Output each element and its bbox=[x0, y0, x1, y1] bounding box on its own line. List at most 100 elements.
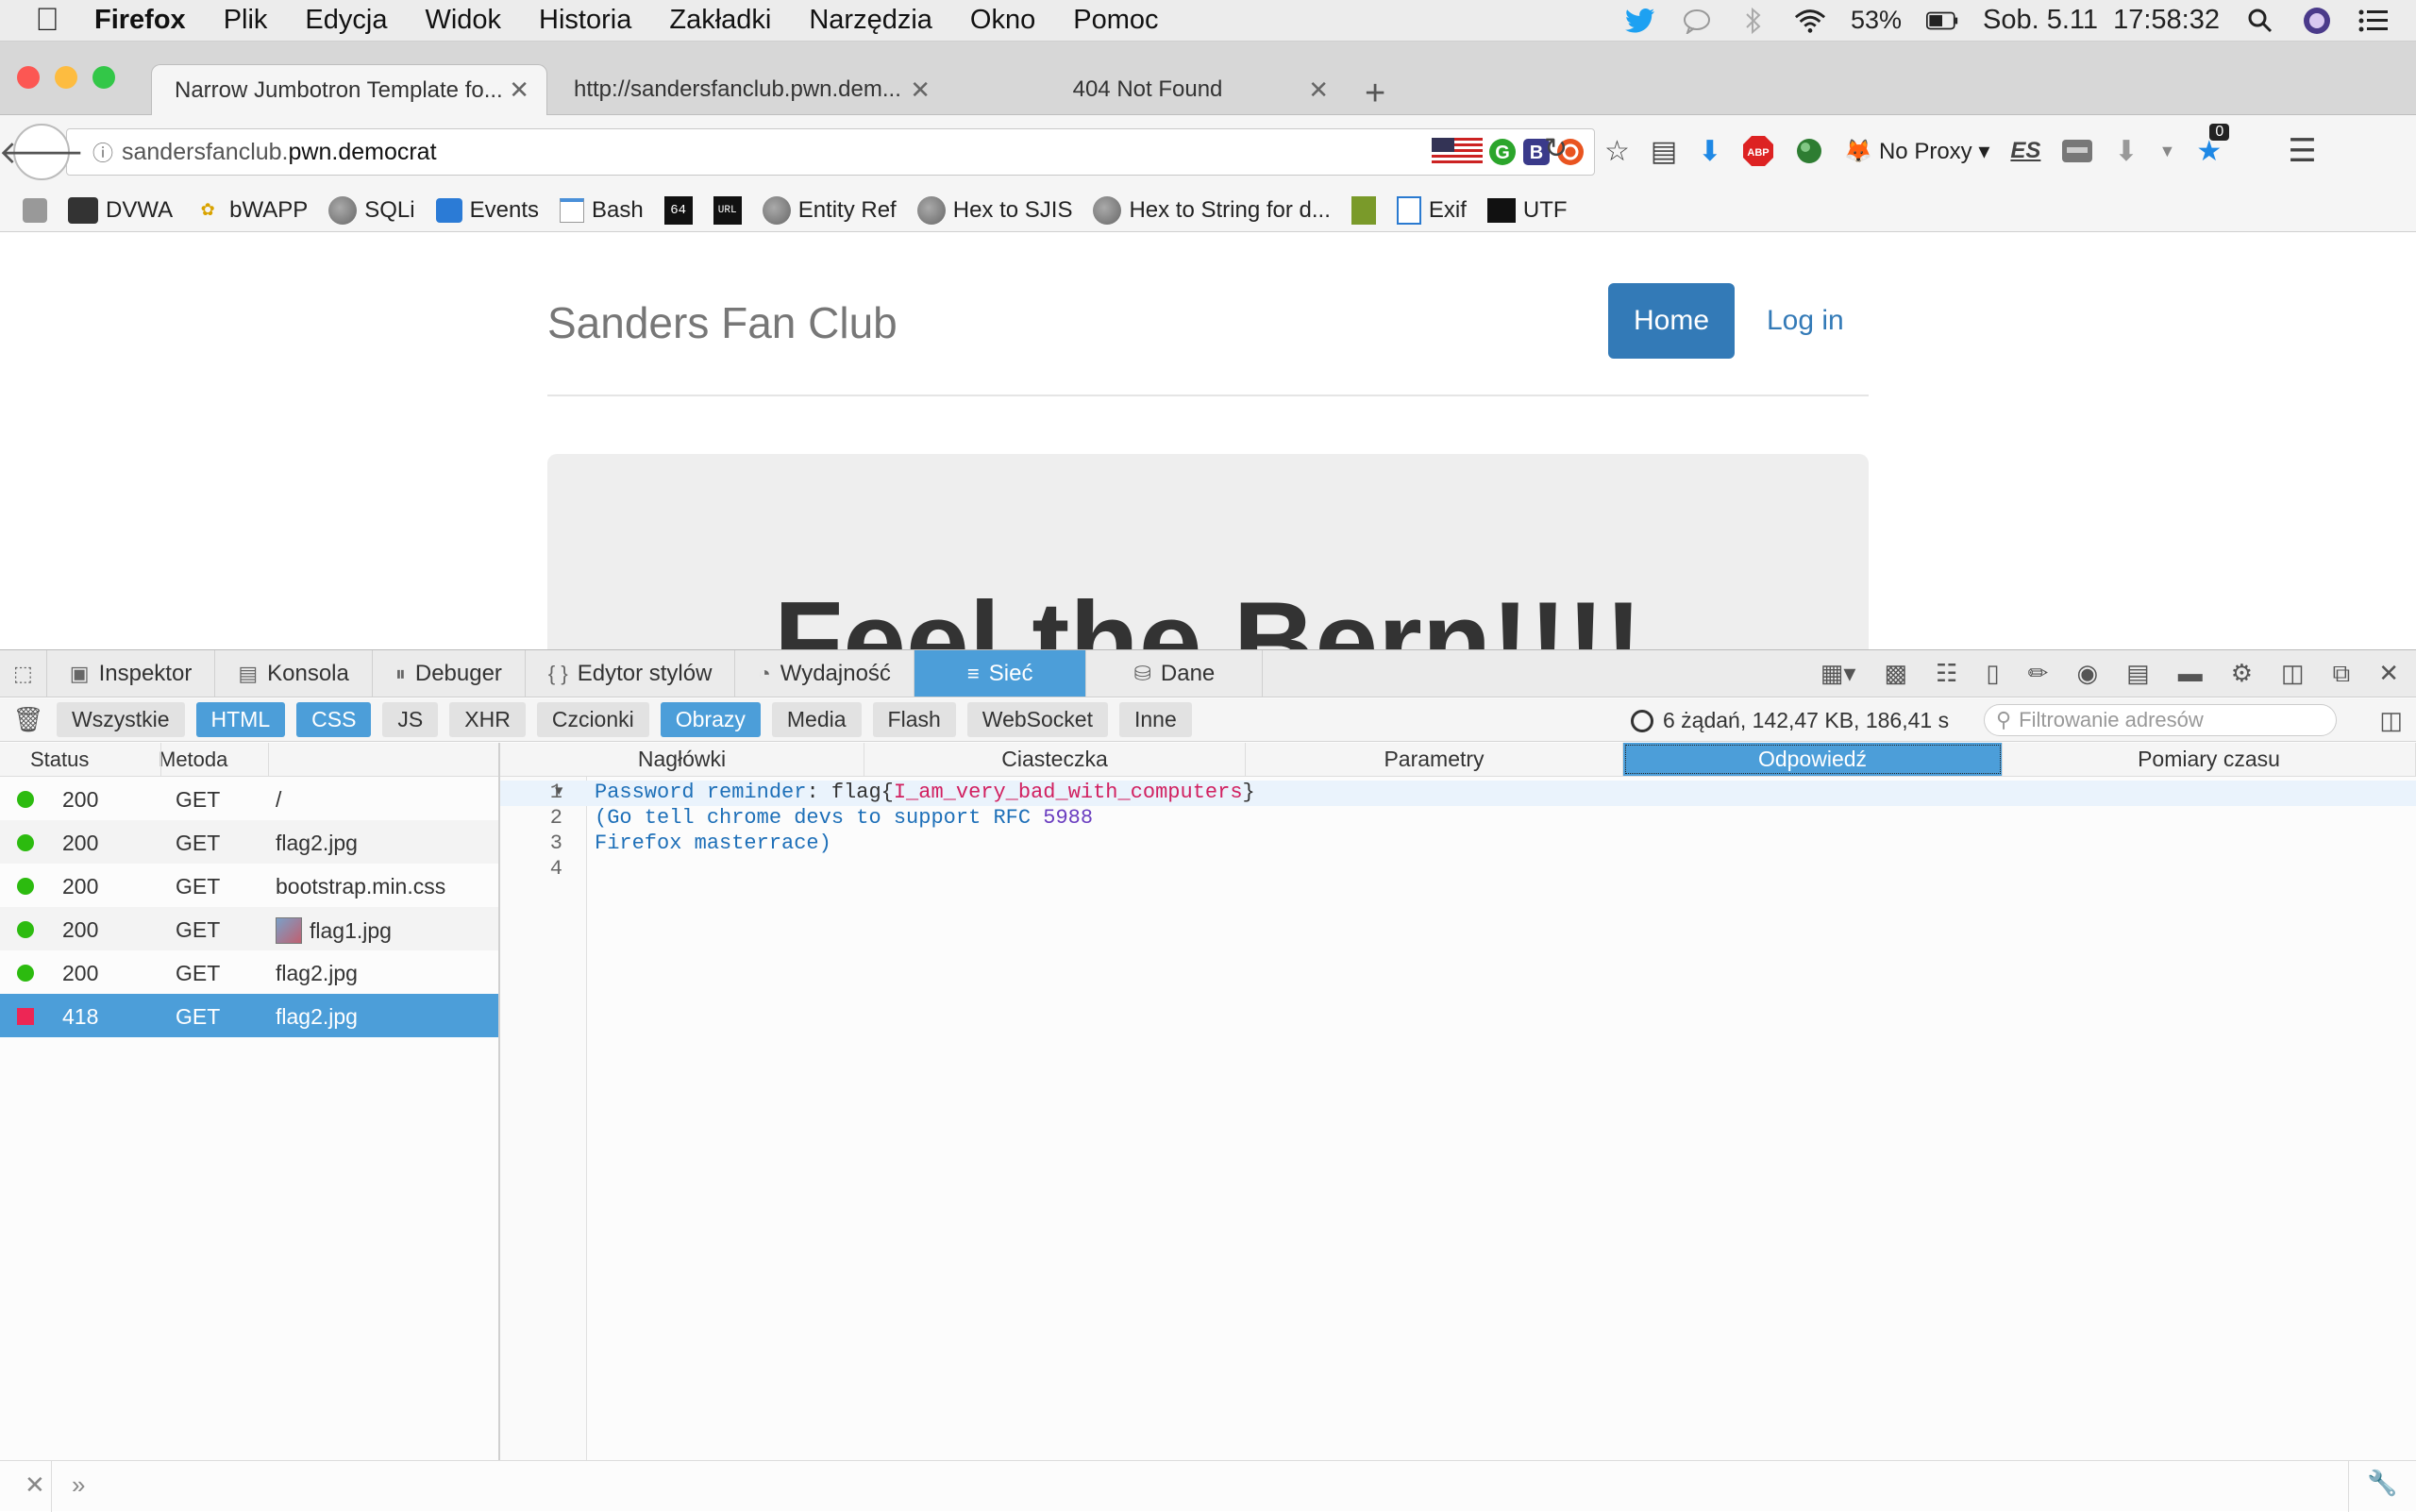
tab-headers[interactable]: Nagłówki bbox=[500, 743, 864, 776]
request-row[interactable]: 200 GET bootstrap.min.css bbox=[0, 864, 498, 907]
proxy-selector[interactable]: 🦊 No Proxy ▾ bbox=[1844, 138, 1989, 165]
zoom-window-button[interactable] bbox=[92, 66, 115, 89]
bookmark-bash[interactable]: Bash bbox=[559, 197, 644, 224]
reading-list-icon[interactable]: ▤ bbox=[1651, 135, 1677, 168]
bookmark-dvwa[interactable]: DVWA bbox=[68, 196, 173, 224]
filter-css[interactable]: CSS bbox=[296, 702, 372, 737]
close-window-button[interactable] bbox=[17, 66, 40, 89]
tab-debuger[interactable]: ⏸ Debuger bbox=[373, 650, 526, 697]
undock-icon[interactable]: ⧉ bbox=[2333, 659, 2351, 689]
col-method[interactable]: Metoda bbox=[159, 748, 227, 772]
minimize-window-button[interactable] bbox=[55, 66, 77, 89]
screenshot-icon[interactable]: ◉ bbox=[2076, 659, 2098, 688]
tab-dane[interactable]: ⛁ Dane bbox=[1086, 650, 1264, 697]
spotlight-search-icon[interactable] bbox=[2244, 7, 2276, 35]
col-status[interactable]: Status bbox=[30, 748, 89, 772]
dock-side-icon[interactable]: ◫ bbox=[2281, 659, 2305, 688]
filter-other[interactable]: Inne bbox=[1119, 702, 1192, 737]
bookmark-layers[interactable] bbox=[23, 197, 47, 223]
menu-historia[interactable]: Historia bbox=[520, 5, 650, 36]
filter-html[interactable]: HTML bbox=[195, 702, 286, 737]
gray-extension-icon[interactable] bbox=[2061, 138, 2093, 164]
menu-okno[interactable]: Okno bbox=[951, 5, 1054, 36]
measure-icon[interactable]: ▬ bbox=[2178, 659, 2203, 688]
us-flag-icon[interactable] bbox=[1432, 138, 1483, 166]
request-row[interactable]: 200 GET flag2.jpg bbox=[0, 950, 498, 994]
url-filter-input[interactable]: ⚲ Filtrowanie adresów bbox=[1984, 704, 2337, 736]
bookmark-events[interactable]: Events bbox=[435, 197, 539, 224]
bookmark-entity-ref[interactable]: Entity Ref bbox=[762, 195, 897, 225]
nav-home-button[interactable]: Home bbox=[1608, 283, 1735, 359]
bookmark-hex-to-sjis[interactable]: Hex to SJIS bbox=[916, 195, 1072, 225]
bookmark-star-icon[interactable]: ☆ bbox=[1604, 135, 1630, 168]
site-info-icon[interactable]: ⓘ bbox=[84, 137, 122, 167]
tab-404-not-found[interactable]: 404 Not Found ✕ bbox=[949, 64, 1346, 115]
element-picker-icon[interactable]: ⬚ bbox=[0, 650, 47, 697]
rulers-icon[interactable]: ▤ bbox=[2126, 659, 2150, 688]
request-row[interactable]: 200 GET / bbox=[0, 777, 498, 820]
close-tab-icon[interactable]: ✕ bbox=[1308, 76, 1329, 105]
menu-edycja[interactable]: Edycja bbox=[286, 5, 406, 36]
tab-timings[interactable]: Pomiary czasu bbox=[2003, 743, 2416, 776]
hamburger-menu-icon[interactable]: ☰ bbox=[2288, 132, 2316, 170]
menu-plik[interactable]: Plik bbox=[205, 5, 287, 36]
tab-narrow-jumbotron[interactable]: Narrow Jumbotron Template fo... ✕ bbox=[151, 64, 547, 115]
tab-siec[interactable]: ≡ Sieć bbox=[914, 650, 1087, 697]
back-button[interactable]: 🡐 bbox=[0, 124, 85, 180]
tab-edytor-stylow[interactable]: { } Edytor stylów bbox=[526, 650, 736, 697]
tab-wydajnosc[interactable]: ◔ Wydajność bbox=[735, 650, 914, 697]
bookmark-sqli[interactable]: SQLi bbox=[328, 195, 415, 225]
bookmark-exif[interactable]: Exif bbox=[1396, 195, 1467, 225]
adblock-icon[interactable]: ABP bbox=[1742, 135, 1774, 167]
menu-widok[interactable]: Widok bbox=[406, 5, 520, 36]
trash-icon[interactable]: 🗑 bbox=[0, 705, 57, 734]
fold-arrow-icon[interactable]: ▼ bbox=[555, 784, 562, 799]
responsive-icon[interactable]: ▯ bbox=[1986, 659, 1999, 688]
tab-cookies[interactable]: Ciasteczka bbox=[864, 743, 1246, 776]
menu-zakladki[interactable]: Zakładki bbox=[650, 5, 790, 36]
tab-params[interactable]: Parametry bbox=[1246, 743, 1623, 776]
bookmark-hex-to-string[interactable]: Hex to String for d... bbox=[1093, 195, 1331, 225]
response-editor[interactable]: 1 ▼ Password reminder: flag{I_am_very_ba… bbox=[500, 777, 2416, 1460]
close-tab-icon[interactable]: ✕ bbox=[509, 76, 529, 105]
close-console-icon[interactable]: ✕ bbox=[25, 1470, 45, 1500]
bookmark-base64[interactable]: 64 bbox=[663, 195, 693, 225]
filter-xhr[interactable]: XHR bbox=[449, 702, 526, 737]
new-tab-icon[interactable]: + bbox=[1365, 74, 1385, 114]
wifi-icon[interactable] bbox=[1794, 7, 1826, 35]
bookmark-utf[interactable]: UTF bbox=[1486, 197, 1568, 224]
user-avatar-icon[interactable] bbox=[2301, 7, 2333, 35]
filter-js[interactable]: JS bbox=[382, 702, 439, 737]
bluetooth-icon[interactable] bbox=[1737, 7, 1770, 35]
bookmark-url[interactable]: URL bbox=[713, 195, 742, 225]
menu-narzedzia[interactable]: Narzędzia bbox=[790, 5, 951, 36]
download-gray-icon[interactable]: ⬇ bbox=[2114, 135, 2138, 168]
layout-icon[interactable]: ▦▾ bbox=[1820, 659, 1856, 688]
notification-badge-icon[interactable]: ★ 0 bbox=[2196, 123, 2230, 168]
filter-websocket[interactable]: WebSocket bbox=[966, 702, 1108, 737]
request-row[interactable]: 200 GET flag1.jpg bbox=[0, 907, 498, 950]
tab-sandersfanclub-url[interactable]: http://sandersfanclub.pwn.dem... ✕ bbox=[551, 64, 948, 115]
green-orb-icon[interactable] bbox=[1795, 137, 1823, 165]
chat-bubble-icon[interactable] bbox=[1681, 7, 1713, 35]
download-arrow-icon[interactable]: ⬇ bbox=[1698, 135, 1721, 168]
es-extension-icon[interactable]: ES bbox=[2010, 138, 2040, 164]
battery-icon[interactable] bbox=[1925, 7, 1958, 35]
close-tab-icon[interactable]: ✕ bbox=[910, 76, 931, 105]
menu-pomoc[interactable]: Pomoc bbox=[1054, 5, 1177, 36]
bookmark-bwapp[interactable]: ✿ bWAPP bbox=[193, 196, 309, 225]
notification-list-icon[interactable] bbox=[2357, 7, 2390, 35]
filter-images[interactable]: Obrazy bbox=[660, 702, 761, 737]
apple-icon[interactable]:  bbox=[19, 2, 76, 39]
tab-inspektor[interactable]: ▣ Inspektor bbox=[47, 650, 216, 697]
filter-fonts[interactable]: Czcionki bbox=[536, 702, 649, 737]
dropdown-icon[interactable]: ▼ bbox=[2159, 142, 2176, 161]
request-row-selected[interactable]: 418 GET flag2.jpg bbox=[0, 994, 498, 1037]
filter-all[interactable]: Wszystkie bbox=[57, 702, 185, 737]
filter-flash[interactable]: Flash bbox=[872, 702, 956, 737]
scratchpad-icon[interactable]: ▩ bbox=[1884, 659, 1907, 688]
twitter-icon[interactable] bbox=[1624, 7, 1656, 35]
tab-response[interactable]: Odpowiedź bbox=[1623, 743, 2003, 776]
eyedropper-icon[interactable]: ✏ bbox=[2028, 659, 2049, 688]
request-row[interactable]: 200 GET flag2.jpg bbox=[0, 820, 498, 864]
